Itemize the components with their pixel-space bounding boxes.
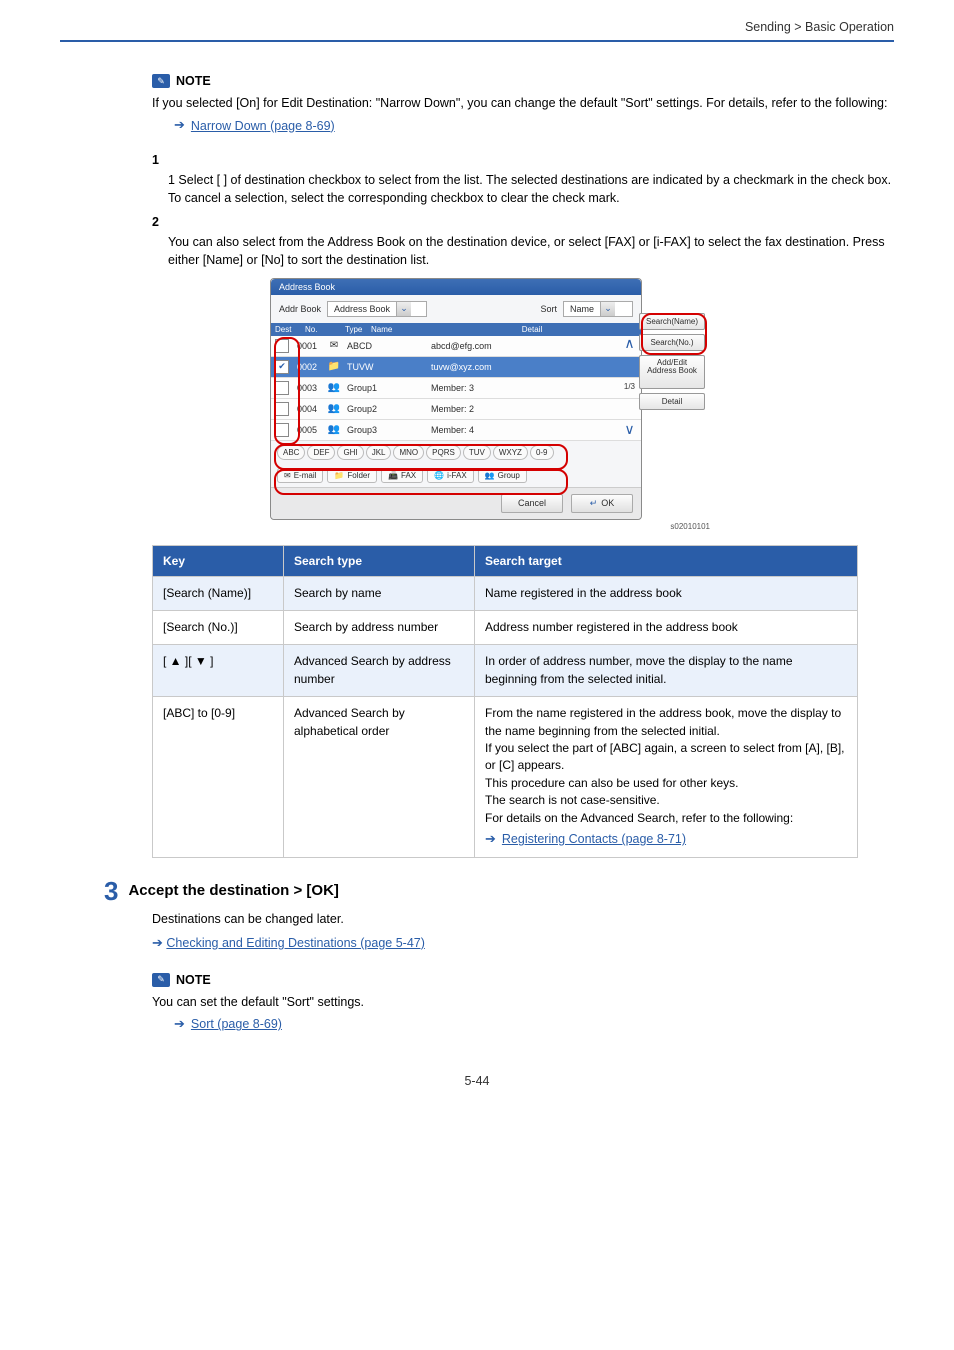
header-breadcrumb: Sending > Basic Operation bbox=[745, 20, 894, 34]
group-icon: 👥 bbox=[328, 403, 340, 414]
panel-title: Address Book bbox=[271, 279, 641, 295]
step-3-title: Accept the destination > [OK] bbox=[128, 878, 338, 899]
page-indicator: 1/3 bbox=[624, 382, 635, 391]
th-target: Search target bbox=[475, 545, 858, 576]
list-item[interactable]: ✔ 0002 📁 TUVW tuvw@xyz.com bbox=[271, 357, 641, 378]
email-icon: ✉ bbox=[330, 340, 338, 351]
alpha-MNO[interactable]: MNO bbox=[393, 445, 424, 460]
list-item[interactable]: 0004 👥 Group2 Member: 2 bbox=[271, 399, 641, 420]
address-book-panel: Address Book Addr Book Address Book ⌄ So… bbox=[270, 278, 642, 520]
tab-group[interactable]: 👥Group bbox=[478, 468, 527, 483]
arrow-icon: ➔ bbox=[174, 1015, 185, 1034]
group-icon: 👥 bbox=[328, 382, 340, 393]
step-1-label: 1 bbox=[152, 153, 894, 167]
tab-folder[interactable]: 📁Folder bbox=[327, 468, 377, 483]
note-heading: NOTE bbox=[176, 72, 211, 90]
scroll-down-icon[interactable]: ∨ bbox=[624, 421, 634, 438]
page-number: 5-44 bbox=[60, 1074, 894, 1118]
alpha-ABC[interactable]: ABC bbox=[277, 445, 305, 460]
alpha-TUV[interactable]: TUV bbox=[463, 445, 491, 460]
step-2-label: 2 bbox=[152, 215, 894, 229]
alpha-PQRS[interactable]: PQRS bbox=[426, 445, 461, 460]
arrow-icon: ➔ bbox=[174, 116, 185, 135]
arrow-icon: ➔ bbox=[485, 830, 496, 849]
hdr-no: No. bbox=[301, 325, 341, 334]
tab-email[interactable]: ✉E-mail bbox=[277, 468, 323, 483]
sort-dropdown-icon[interactable]: ⌄ bbox=[600, 302, 615, 316]
alpha-0-9[interactable]: 0-9 bbox=[530, 445, 554, 460]
address-list: 0001 ✉ ABCD abcd@efg.com ✔ 0002 📁 TUVW t… bbox=[271, 336, 641, 441]
step-3-body: Destinations can be changed later. bbox=[152, 910, 894, 928]
alpha-tabs: ABC DEF GHI JKL MNO PQRS TUV WXYZ 0-9 bbox=[271, 441, 641, 464]
table-row: [Search (No.)] bbox=[153, 610, 284, 644]
note-text: If you selected [On] for Edit Destinatio… bbox=[152, 94, 894, 112]
hdr-dest: Dest bbox=[271, 325, 301, 334]
alpha-JKL[interactable]: JKL bbox=[366, 445, 392, 460]
note2-text: You can set the default "Sort" settings. bbox=[152, 993, 894, 1011]
cancel-button[interactable]: Cancel bbox=[501, 494, 563, 513]
header-rule bbox=[60, 40, 894, 42]
ref-sort[interactable]: Sort (page 8-69) bbox=[191, 1015, 282, 1033]
table-row: [ABC] to [0-9] bbox=[153, 697, 284, 858]
step-1-text: 1 Select [ ] of destination checkbox to … bbox=[168, 171, 894, 207]
search-name-button[interactable]: Search(Name) bbox=[639, 313, 705, 330]
addr-book-dropdown-icon[interactable]: ⌄ bbox=[396, 302, 411, 316]
th-search: Search type bbox=[284, 545, 475, 576]
step-2-text: You can also select from the Address Boo… bbox=[168, 233, 894, 269]
alpha-DEF[interactable]: DEF bbox=[307, 445, 335, 460]
alpha-WXYZ[interactable]: WXYZ bbox=[493, 445, 528, 460]
th-key: Key bbox=[153, 545, 284, 576]
addr-book-dropdown[interactable]: Address Book bbox=[328, 304, 396, 314]
scroll-up-icon[interactable]: ∧ bbox=[624, 335, 634, 352]
ref-check-edit-dest[interactable]: Checking and Editing Destinations (page … bbox=[166, 936, 425, 950]
list-item[interactable]: 0005 👥 Group3 Member: 4 bbox=[271, 420, 641, 441]
sort-label: Sort bbox=[540, 304, 557, 314]
hdr-type: Type bbox=[341, 325, 367, 334]
tab-ifax[interactable]: 🌐i-FAX bbox=[427, 468, 474, 483]
search-key-table: Key Search type Search target [Search (N… bbox=[152, 545, 858, 858]
dest-type-tabs: ✉E-mail 📁Folder 📠FAX 🌐i-FAX 👥Group bbox=[271, 464, 641, 487]
add-edit-addrbook-button[interactable]: Add/Edit Address Book bbox=[639, 355, 705, 389]
row-checkbox[interactable]: ✔ bbox=[275, 360, 289, 374]
ref-narrow-down[interactable]: Narrow Down (page 8-69) bbox=[191, 117, 335, 135]
row-checkbox[interactable] bbox=[275, 402, 289, 416]
row-checkbox[interactable] bbox=[275, 339, 289, 353]
note-heading: NOTE bbox=[176, 971, 211, 989]
list-item[interactable]: 0003 👥 Group1 Member: 3 bbox=[271, 378, 641, 399]
note-icon: ✎ bbox=[152, 74, 170, 88]
table-row: [ ▲ ][ ▼ ] bbox=[153, 645, 284, 697]
addr-book-label: Addr Book bbox=[279, 304, 321, 314]
alpha-GHI[interactable]: GHI bbox=[337, 445, 363, 460]
group-icon: 👥 bbox=[328, 424, 340, 435]
ok-button[interactable]: ↵OK bbox=[571, 494, 633, 513]
folder-icon: 📁 bbox=[328, 361, 340, 372]
arrow-icon: ➔ bbox=[152, 935, 163, 950]
step-number-3: 3 bbox=[104, 878, 118, 904]
hdr-name: Name bbox=[367, 325, 459, 334]
detail-button[interactable]: Detail bbox=[639, 393, 705, 410]
sort-dropdown[interactable]: Name bbox=[564, 304, 600, 314]
ref-registering-contacts[interactable]: Registering Contacts (page 8-71) bbox=[502, 830, 686, 848]
row-checkbox[interactable] bbox=[275, 423, 289, 437]
table-row: [Search (Name)] bbox=[153, 576, 284, 610]
figure-ref: s02010101 bbox=[270, 522, 710, 531]
search-no-button[interactable]: Search(No.) bbox=[639, 334, 705, 351]
list-item[interactable]: 0001 ✉ ABCD abcd@efg.com bbox=[271, 336, 641, 357]
note-icon: ✎ bbox=[152, 973, 170, 987]
row-checkbox[interactable] bbox=[275, 381, 289, 395]
tab-fax[interactable]: 📠FAX bbox=[381, 468, 423, 483]
hdr-detail: Detail bbox=[459, 325, 605, 334]
